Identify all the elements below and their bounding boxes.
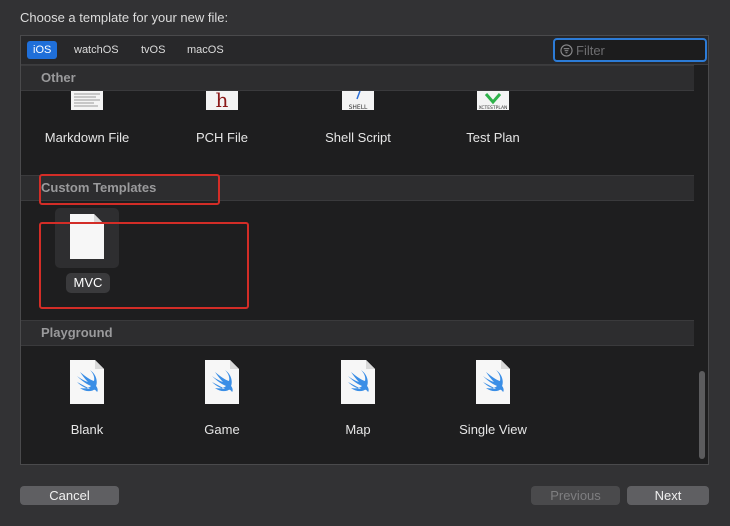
previous-button[interactable]: Previous (531, 486, 620, 505)
platform-tab-bar: iOS watchOS tvOS macOS (21, 36, 708, 65)
test-plan-icon: XCTESTPLAN (477, 91, 509, 111)
filter-field[interactable] (553, 38, 707, 62)
tab-ios[interactable]: iOS (27, 41, 58, 59)
annotation-box-template (39, 222, 249, 309)
template-test-plan[interactable]: XCTESTPLAN Test Plan (433, 91, 553, 151)
filter-input[interactable] (576, 41, 701, 59)
swift-file-icon (205, 360, 239, 404)
template-label: Game (204, 422, 240, 437)
template-label: Test Plan (466, 130, 520, 145)
swift-file-icon (70, 360, 104, 404)
swift-file-icon (341, 360, 375, 404)
template-shell-script[interactable]: SHELL Shell Script (298, 91, 418, 151)
template-label: Blank (70, 422, 104, 437)
tab-tvos[interactable]: tvOS (135, 41, 171, 59)
pch-file-icon: h (206, 91, 238, 111)
svg-text:SHELL: SHELL (349, 104, 368, 111)
template-label: Single View (459, 422, 527, 437)
section-header-playground: Playground (21, 320, 694, 346)
tab-watchos[interactable]: watchOS (68, 41, 125, 59)
tab-macos[interactable]: macOS (181, 41, 230, 59)
svg-text:XCTESTPLAN: XCTESTPLAN (479, 105, 508, 111)
swift-file-icon (476, 360, 510, 404)
dialog-title: Choose a template for your new file: (20, 10, 229, 25)
template-game[interactable]: Game (162, 360, 282, 440)
next-button[interactable]: Next (627, 486, 709, 505)
template-pch-file[interactable]: h PCH File (162, 91, 282, 151)
template-label: Markdown File (44, 130, 130, 145)
shell-script-icon: SHELL (342, 91, 374, 111)
annotation-box-header (39, 174, 220, 205)
section-header-other: Other (21, 65, 694, 91)
template-markdown-file[interactable]: Markdown File (27, 91, 147, 151)
template-label: Map (345, 422, 371, 437)
template-single-view[interactable]: Single View (433, 360, 553, 440)
markdown-file-icon (71, 91, 103, 110)
cancel-button[interactable]: Cancel (20, 486, 119, 505)
svg-text:h: h (216, 91, 229, 111)
template-label: PCH File (195, 130, 248, 145)
template-map[interactable]: Map (298, 360, 418, 440)
scrollbar-thumb[interactable] (699, 371, 705, 459)
filter-icon (560, 44, 573, 57)
template-label: Shell Script (325, 130, 391, 145)
template-blank[interactable]: Blank (27, 360, 147, 440)
